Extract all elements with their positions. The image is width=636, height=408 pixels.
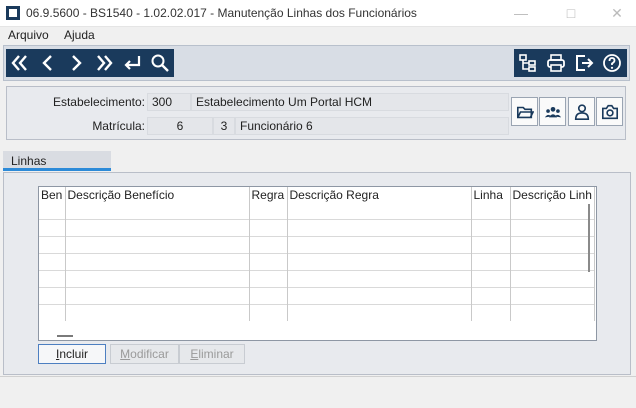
grid-header-row: Ben Descrição Benefício Regra Descrição … [39, 187, 595, 219]
estabelecimento-name-field: Estabelecimento Um Portal HCM [191, 93, 509, 111]
maximize-button[interactable]: □ [548, 0, 594, 27]
matricula-digit-field: 3 [213, 117, 235, 135]
tab-linhas[interactable]: Linhas [3, 151, 111, 171]
grid-table: Ben Descrição Benefício Regra Descrição … [39, 187, 595, 321]
last-icon[interactable] [90, 49, 118, 77]
minimize-button[interactable]: — [498, 0, 544, 27]
estabelecimento-code-field[interactable]: 300 [147, 93, 191, 111]
previous-icon[interactable] [34, 49, 62, 77]
next-icon[interactable] [62, 49, 90, 77]
table-row[interactable] [39, 303, 595, 321]
column-header-descricao-beneficio[interactable]: Descrição Benefício [65, 187, 250, 219]
camera-icon[interactable] [596, 97, 623, 126]
table-row[interactable] [39, 269, 595, 287]
column-header-ben[interactable]: Ben [39, 187, 66, 219]
funcionario-name-field: Funcionário 6 [235, 117, 509, 135]
eliminar-label: liminar [198, 347, 234, 361]
structure-icon[interactable] [514, 49, 542, 77]
menu-arquivo[interactable]: Arquivo [8, 28, 49, 42]
action-group [514, 49, 627, 77]
content-panel: Ben Descrição Benefício Regra Descrição … [3, 172, 631, 375]
horizontal-scrollbar[interactable] [57, 335, 73, 337]
print-icon[interactable] [542, 49, 570, 77]
column-header-descricao-regra[interactable]: Descrição Regra [287, 187, 472, 219]
column-header-regra[interactable]: Regra [249, 187, 288, 219]
modificar-label: odificar [130, 347, 169, 361]
header-side-buttons [511, 97, 625, 127]
vertical-scrollbar[interactable] [588, 204, 590, 272]
exit-icon[interactable] [570, 49, 598, 77]
matricula-field[interactable]: 6 [147, 117, 213, 135]
table-row[interactable] [39, 286, 595, 304]
return-icon[interactable] [118, 49, 146, 77]
column-header-linha[interactable]: Linha [471, 187, 511, 219]
incluir-label: ncluir [59, 347, 89, 361]
navigation-group [6, 49, 174, 77]
menu-ajuda[interactable]: Ajuda [64, 28, 95, 42]
window-title: 06.9.5600 - BS1540 - 1.02.02.017 - Manut… [26, 6, 417, 20]
table-row[interactable] [39, 252, 595, 270]
folder-icon[interactable] [511, 97, 538, 126]
search-icon[interactable] [146, 49, 174, 77]
lines-grid[interactable]: Ben Descrição Benefício Regra Descrição … [38, 186, 597, 341]
modificar-accel: M [120, 347, 131, 361]
title-bar: 06.9.5600 - BS1540 - 1.02.02.017 - Manut… [0, 0, 636, 27]
matricula-label: Matrícula: [92, 119, 145, 133]
estabelecimento-label: Estabelecimento: [52, 95, 145, 109]
group-icon[interactable] [539, 97, 566, 126]
help-icon[interactable] [598, 49, 626, 77]
incluir-button[interactable]: Incluir [38, 344, 106, 364]
first-icon[interactable] [6, 49, 34, 77]
table-row[interactable] [39, 218, 595, 236]
table-row[interactable] [39, 235, 595, 253]
app-icon [6, 6, 20, 20]
menu-bar: Arquivo Ajuda [0, 27, 636, 45]
toolbar [3, 45, 630, 81]
modificar-button[interactable]: Modificar [110, 344, 179, 364]
column-header-descricao-linha[interactable]: Descrição Linh [510, 187, 595, 219]
eliminar-button[interactable]: Eliminar [179, 344, 245, 364]
status-bar [0, 376, 636, 408]
close-button[interactable]: ✕ [594, 0, 636, 27]
person-icon[interactable] [568, 97, 595, 126]
